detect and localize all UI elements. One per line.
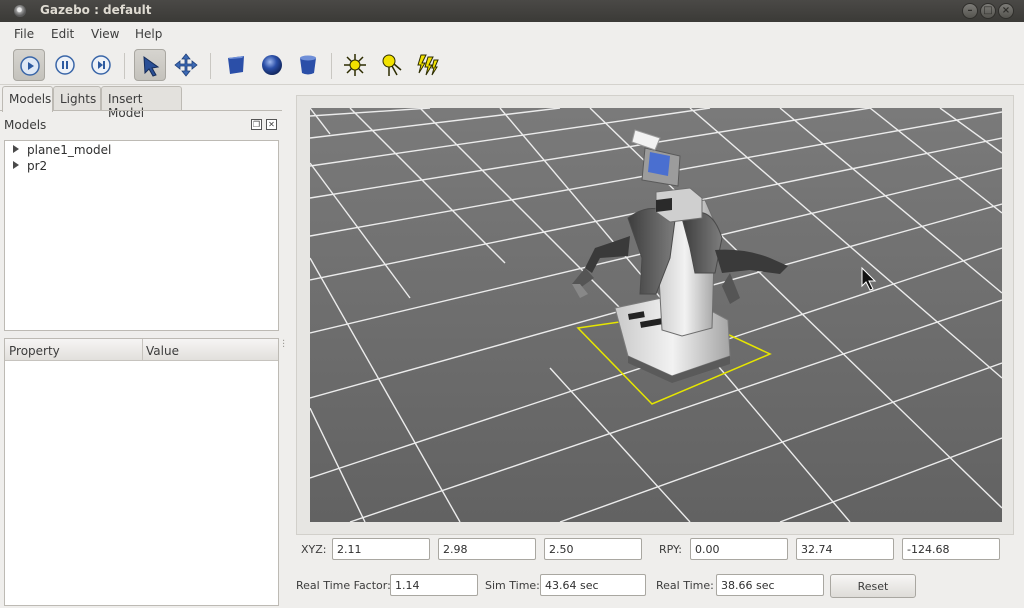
insert-sphere-button[interactable] [256, 49, 288, 81]
3d-viewport[interactable] [310, 108, 1002, 522]
pause-icon [55, 55, 75, 75]
pitch-field[interactable]: 32.74 [796, 538, 894, 560]
scene-svg [310, 108, 1002, 522]
x-field[interactable]: 2.11 [332, 538, 430, 560]
real-time-factor-field: 1.14 [390, 574, 478, 596]
real-time-factor-label: Real Time Factor: [296, 579, 391, 592]
step-button[interactable] [85, 49, 117, 81]
pause-button[interactable] [49, 49, 81, 81]
tab-models[interactable]: Models [2, 86, 53, 112]
toolbar-separator [124, 53, 125, 79]
step-icon [91, 55, 111, 75]
box-icon [228, 56, 244, 74]
window-controls: – □ × [962, 3, 1014, 19]
tree-item-plane1-model[interactable]: plane1_model [13, 143, 111, 157]
close-icon[interactable]: × [998, 3, 1014, 19]
sim-time-label: Sim Time: [485, 579, 540, 592]
tab-lights[interactable]: Lights [53, 86, 101, 111]
translate-icon [174, 53, 198, 77]
tree-item-label: plane1_model [27, 143, 112, 157]
tree-item-pr2[interactable]: pr2 [13, 159, 47, 173]
window-title: Gazebo : default [40, 3, 152, 17]
insert-cylinder-button[interactable] [292, 49, 324, 81]
toolbar-separator [210, 53, 211, 79]
play-button[interactable] [13, 49, 45, 81]
column-property[interactable]: Property [9, 344, 60, 358]
gazebo-app-icon [14, 5, 26, 17]
directional-light-button[interactable] [411, 49, 443, 81]
point-light-button[interactable] [339, 49, 371, 81]
close-panel-icon[interactable]: ✕ [266, 119, 277, 130]
play-icon [20, 56, 40, 76]
reset-button[interactable]: Reset [830, 574, 916, 598]
column-divider [142, 339, 143, 361]
property-table-header: Property Value [5, 339, 278, 361]
splitter-handle[interactable]: · · · [282, 337, 285, 353]
insert-box-button[interactable] [220, 49, 252, 81]
yaw-field[interactable]: -124.68 [902, 538, 1000, 560]
property-table: Property Value [4, 338, 279, 606]
y-field[interactable]: 2.98 [438, 538, 536, 560]
sim-time-field: 43.64 sec [540, 574, 646, 596]
spot-light-button[interactable] [375, 49, 407, 81]
sphere-icon [262, 55, 282, 75]
minimize-icon[interactable]: – [962, 3, 978, 19]
z-field[interactable]: 2.50 [544, 538, 642, 560]
menu-edit[interactable]: Edit [51, 27, 74, 41]
maximize-icon[interactable]: □ [980, 3, 996, 19]
menu-view[interactable]: View [91, 27, 119, 41]
expand-arrow-icon[interactable] [13, 161, 19, 169]
xyz-label: XYZ: [301, 543, 327, 556]
point-light-icon [344, 54, 366, 76]
real-time-label: Real Time: [656, 579, 714, 592]
rpy-label: RPY: [659, 543, 682, 556]
menu-help[interactable]: Help [135, 27, 162, 41]
cylinder-icon [300, 55, 316, 75]
directional-light-icon [417, 54, 439, 76]
menu-file[interactable]: File [14, 27, 34, 41]
select-arrow-icon [143, 55, 160, 77]
toolbar-separator [331, 53, 332, 79]
model-tree: plane1_model pr2 [4, 140, 279, 331]
translate-mode-button[interactable] [170, 49, 202, 81]
float-panel-icon[interactable]: ❐ [251, 119, 262, 130]
real-time-field: 38.66 sec [716, 574, 824, 596]
panel-header-icons: ❐ ✕ [251, 119, 277, 130]
models-header: Models [4, 118, 47, 132]
select-mode-button[interactable] [134, 49, 166, 81]
toolbar [0, 45, 1024, 85]
expand-arrow-icon[interactable] [13, 145, 19, 153]
roll-field[interactable]: 0.00 [690, 538, 788, 560]
menu-bar: File Edit View Help [0, 22, 1024, 45]
tree-item-label: pr2 [27, 159, 48, 173]
title-bar: Gazebo : default – □ × [0, 0, 1024, 22]
column-value[interactable]: Value [146, 344, 179, 358]
tab-insert-model[interactable]: Insert Model [101, 86, 182, 120]
left-panel: Models ❐ ✕ plane1_model pr2 Property Val… [0, 110, 282, 608]
spot-light-icon [382, 54, 402, 76]
